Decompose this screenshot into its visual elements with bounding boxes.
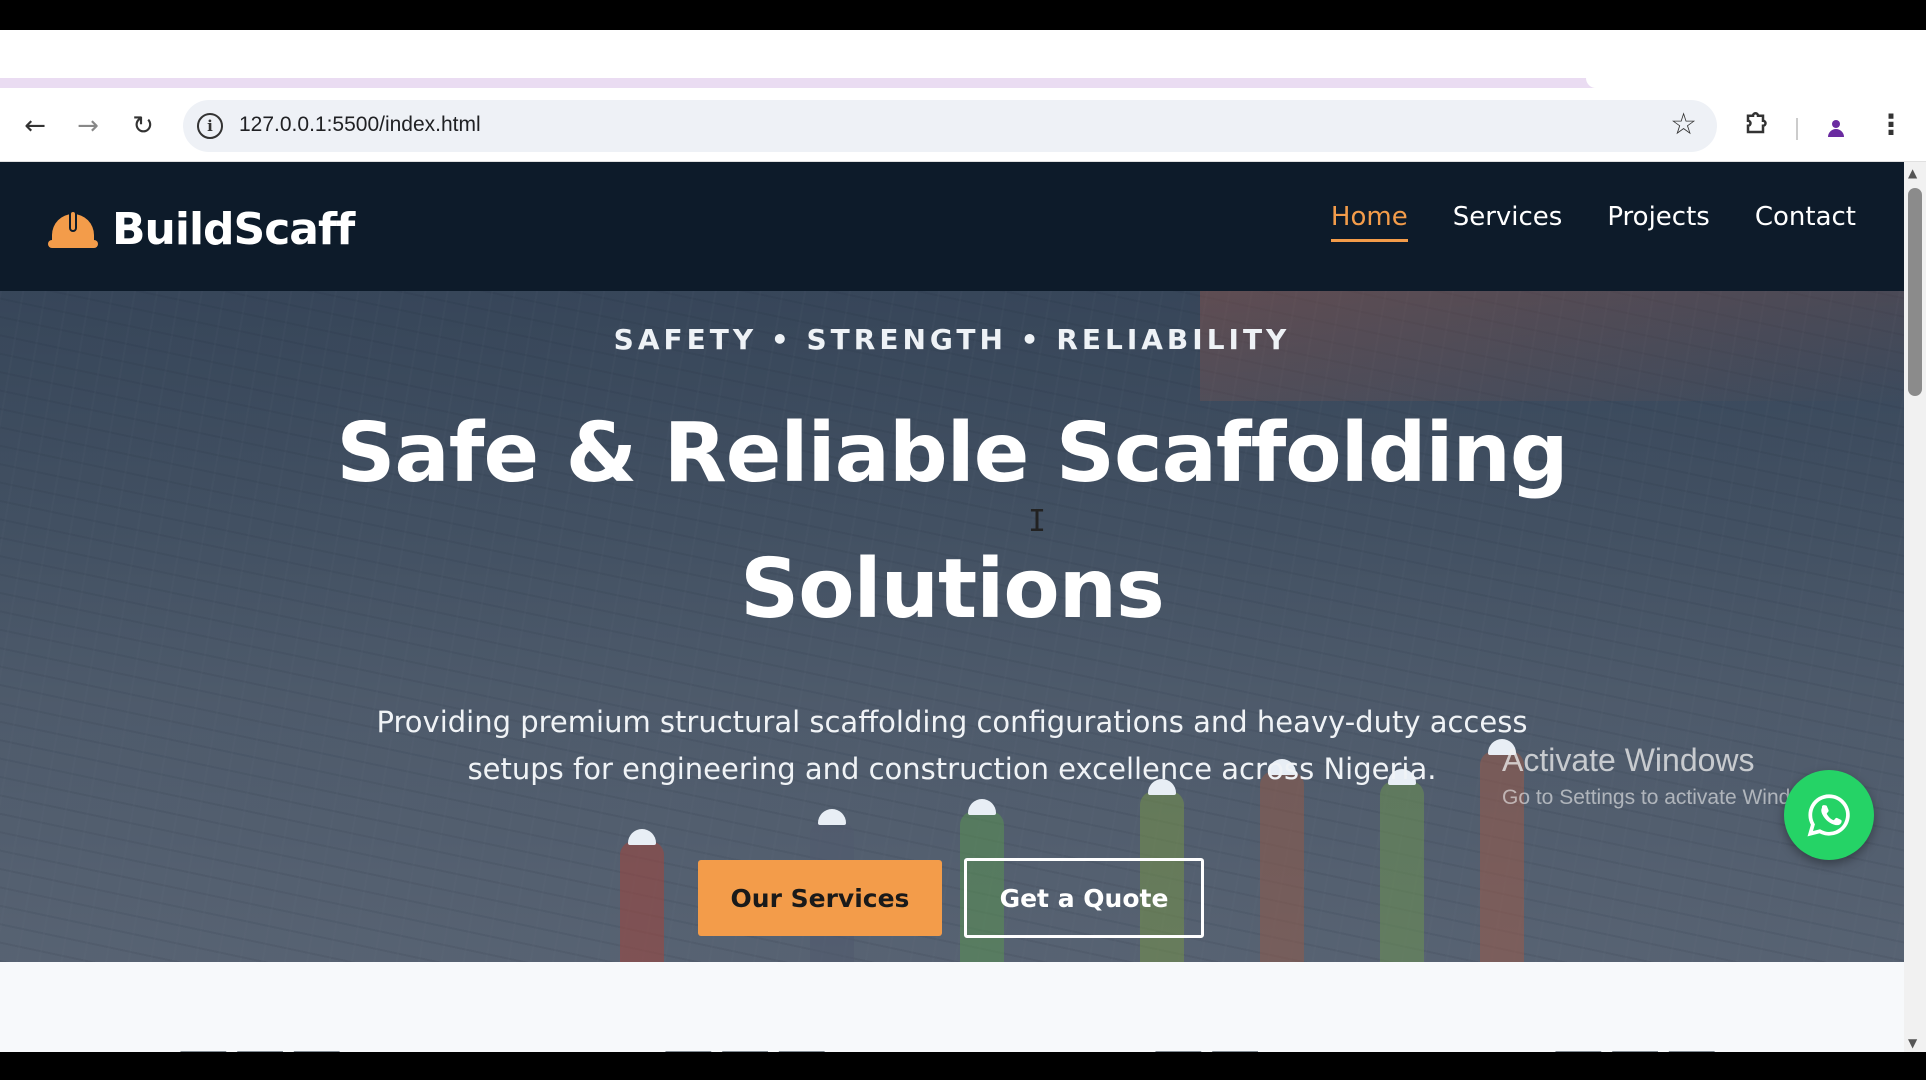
page-scrollbar[interactable]: ▲ ▼ [1904,162,1926,1052]
brand-name[interactable]: BuildScaff [112,204,355,255]
brand-logo[interactable]: BuildScaff [48,204,355,255]
stat-number-partial: ■■ [1150,1040,1263,1052]
helmet-icon [48,209,98,250]
get-a-quote-button[interactable]: Get a Quote [964,858,1204,938]
star-icon[interactable]: ☆ [1670,107,1697,142]
tab-strip-divider-right [1586,78,1926,88]
main-nav: Home Services Projects Contact [1330,202,1856,242]
hero-title: Safe & Reliable Scaffolding Solutions [336,406,1568,637]
stats-section: ■■■ ■■■ ■■ ■■■ [0,962,1904,1052]
scroll-down-icon[interactable]: ▼ [1908,1036,1917,1050]
os-bottom-bar [0,1052,1926,1080]
hero-subtitle: Providing premium structural scaffolding… [376,705,1528,786]
whatsapp-icon[interactable] [1784,770,1874,860]
back-arrow-icon[interactable]: ← [17,108,53,144]
nav-services-link[interactable]: Services [1453,202,1563,240]
profile-icon[interactable] [1820,110,1852,142]
browser-tab[interactable] [12,34,1402,78]
kebab-menu-icon[interactable]: ⋮ [1876,108,1906,144]
toolbar-separator [1796,118,1798,140]
stat-number-partial: ■■■ [175,1040,345,1052]
nav-home-link[interactable]: Home [1330,202,1408,242]
site-info-icon[interactable]: i [197,113,223,139]
hero-tagline: SAFETY • STRENGTH • RELIABILITY [613,323,1291,356]
puzzle-icon[interactable] [1740,107,1776,143]
scroll-up-icon[interactable]: ▲ [1908,166,1917,180]
reload-icon[interactable]: ↻ [125,108,161,144]
browser-tab-strip [0,30,1926,90]
nav-projects-link[interactable]: Projects [1607,202,1710,240]
os-top-bar [0,0,1926,30]
stat-number-partial: ■■■ [1550,1040,1720,1052]
text-cursor-icon: I [1028,504,1047,539]
page-viewport: BuildScaff Home Services Projects Contac… [0,162,1904,1052]
browser-toolbar: ← → ↻ i 127.0.0.1:5500/index.html ☆ ⋮ [0,90,1926,162]
scrollbar-thumb[interactable] [1908,188,1922,396]
forward-arrow-icon[interactable]: → [70,108,106,144]
windows-activation-title: Activate Windows [1502,742,1755,778]
nav-contact-link[interactable]: Contact [1755,202,1856,240]
our-services-button[interactable]: Our Services [698,860,942,936]
address-bar[interactable]: i 127.0.0.1:5500/index.html ☆ [183,100,1717,152]
hero-section: SAFETY • STRENGTH • RELIABILITY Safe & R… [0,291,1904,962]
site-header: BuildScaff Home Services Projects Contac… [0,162,1904,291]
address-bar-url[interactable]: 127.0.0.1:5500/index.html [239,113,481,137]
stat-number-partial: ■■■ [660,1040,830,1052]
